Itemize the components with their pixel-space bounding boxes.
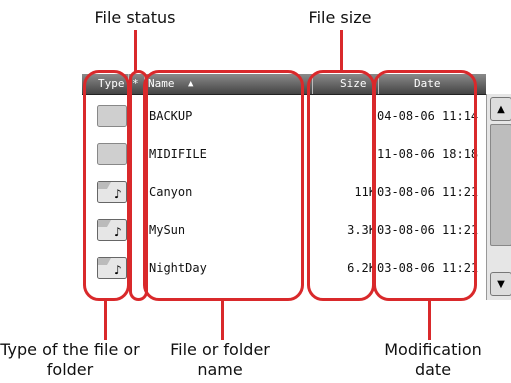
size-column-highlight [307,70,375,301]
file-status-connector [134,30,137,72]
callout-name: File or folder name [170,340,270,379]
name-connector [221,300,224,340]
type-connector [104,300,107,340]
vertical-scrollbar[interactable]: ▲ ▼ [486,94,511,300]
callout-type: Type of the file or folder [0,340,140,379]
file-size-connector [340,30,343,72]
type-column-highlight [83,70,130,301]
callout-file-size: File size [308,8,372,27]
callout-file-status: File status [94,8,176,27]
arrow-down-icon[interactable]: ▼ [490,272,511,296]
arrow-up-icon[interactable]: ▲ [490,97,511,121]
callout-date: Modification date [384,340,482,379]
scrollbar-thumb[interactable] [490,124,511,246]
date-connector [428,300,431,340]
date-column-highlight [373,70,477,301]
name-column-highlight [143,70,304,301]
